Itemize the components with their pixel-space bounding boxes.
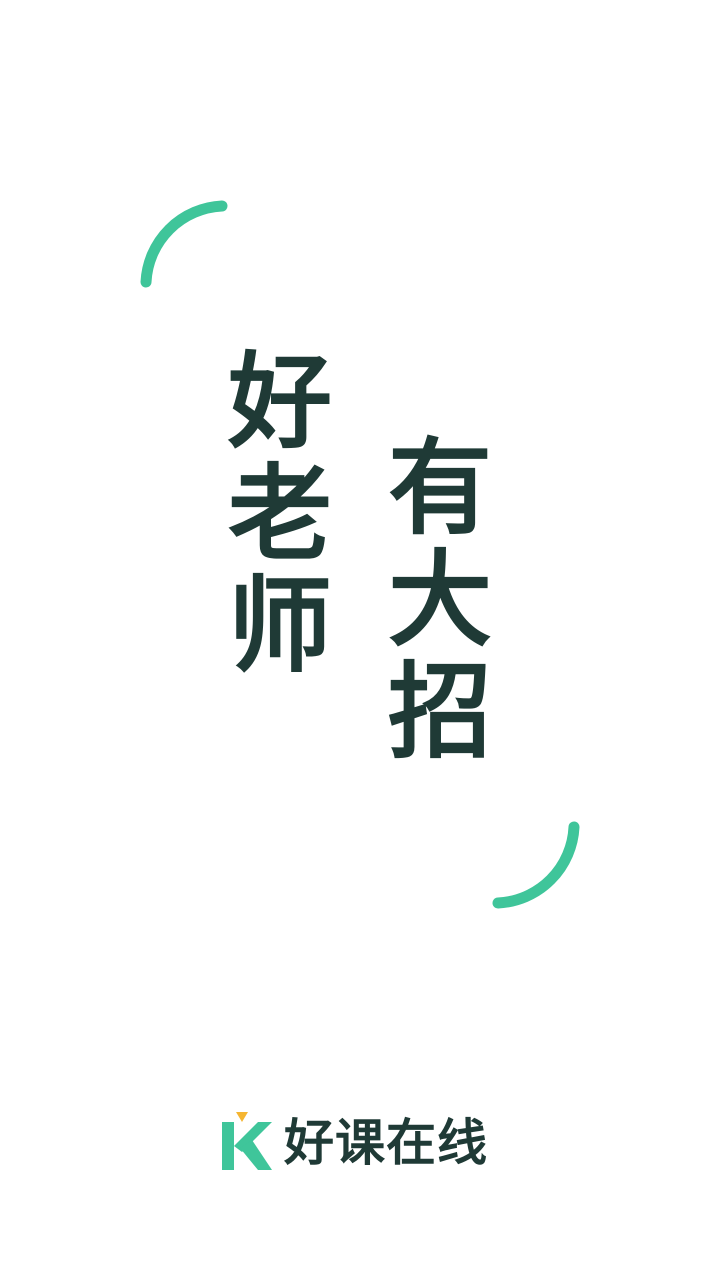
- slogan-char: 老: [227, 453, 332, 575]
- brand-name: 好课在线: [284, 1114, 488, 1172]
- slogan-char: 有: [387, 427, 492, 549]
- top-left-arc: [140, 200, 228, 288]
- brand-lockup: 好课在线: [218, 1110, 488, 1176]
- slogan-left-column: 好 老 师: [225, 346, 335, 682]
- slogan-char: 师: [227, 565, 332, 687]
- splash-screen: 好 老 师 有 大 招 好课在线: [0, 0, 720, 1280]
- k-logo-icon: [222, 1112, 272, 1170]
- slogan-char: 招: [387, 651, 492, 773]
- bottom-right-arc: [492, 821, 580, 909]
- slogan-char: 大: [387, 539, 492, 661]
- slogan-right-column: 有 大 招: [385, 432, 495, 768]
- decorative-arcs: [140, 200, 580, 909]
- slogan-char: 好: [227, 341, 332, 463]
